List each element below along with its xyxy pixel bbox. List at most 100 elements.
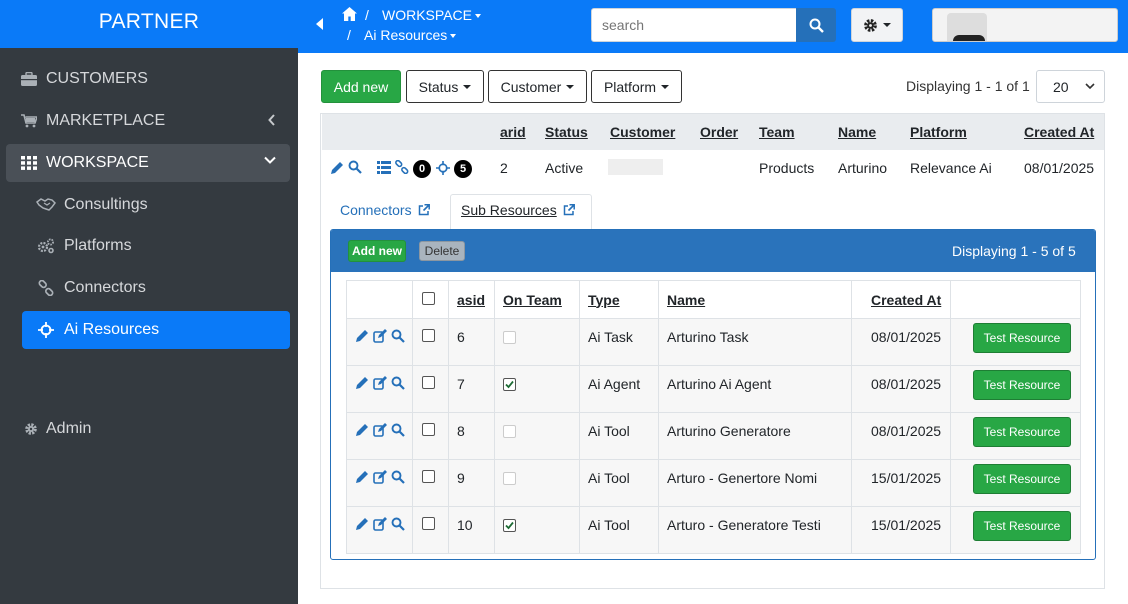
edit-icon[interactable]	[373, 517, 387, 531]
breadcrumb-workspace[interactable]: WORKSPACE	[382, 7, 481, 23]
test-resource-button[interactable]: Test Resource	[973, 370, 1071, 400]
edit-icon[interactable]	[373, 376, 387, 390]
row-checkbox[interactable]	[422, 517, 435, 530]
column-header-name[interactable]: Name	[658, 280, 852, 319]
on-team-checkbox-checked	[503, 378, 516, 391]
row-select	[412, 412, 449, 460]
page-size-select[interactable]: 20	[1036, 70, 1105, 103]
test-resource-button[interactable]: Test Resource	[973, 464, 1071, 494]
on-team-checkbox	[503, 472, 516, 485]
column-header-asid[interactable]: asid	[448, 280, 495, 319]
link-icon[interactable]	[395, 160, 409, 174]
search-icon[interactable]	[348, 160, 362, 174]
edit-icon[interactable]	[330, 161, 344, 175]
sidebar-item-customers[interactable]: CUSTOMERS	[6, 60, 290, 98]
caret-down-icon	[566, 84, 575, 89]
on-team-checkbox-checked	[503, 519, 516, 532]
tab-connectors[interactable]: Connectors	[340, 202, 430, 218]
caret-down-icon	[883, 23, 891, 27]
select-all-checkbox[interactable]	[422, 291, 435, 305]
test-resource-button[interactable]: Test Resource	[973, 417, 1071, 447]
delete-button[interactable]: Delete	[419, 241, 465, 261]
cell-arid: 2	[500, 160, 508, 176]
cogs-icon	[36, 237, 56, 255]
column-header-name[interactable]: Name	[838, 124, 876, 140]
link-icon	[36, 279, 56, 297]
cell-on-team	[494, 459, 580, 507]
home-icon[interactable]	[342, 7, 357, 21]
filter-label: Customer	[500, 78, 562, 95]
add-new-button[interactable]: Add new	[321, 70, 401, 103]
sidebar-item-ai-resources[interactable]: Ai Resources	[22, 311, 290, 349]
search-icon[interactable]	[391, 329, 405, 343]
column-header-customer[interactable]: Customer	[610, 124, 675, 140]
pencil-icon[interactable]	[355, 329, 369, 343]
column-header-arid[interactable]: arid	[500, 124, 526, 140]
search-icon[interactable]	[391, 376, 405, 390]
row-checkbox[interactable]	[422, 376, 435, 389]
gear-icon	[863, 18, 878, 33]
sidebar-item-workspace[interactable]: WORKSPACE	[6, 144, 290, 182]
customer-filter-dropdown[interactable]: Customer	[488, 70, 587, 103]
search-icon[interactable]	[391, 470, 405, 484]
search-input[interactable]	[591, 8, 797, 42]
cell-type: Ai Tool	[579, 459, 659, 507]
search-button[interactable]	[796, 8, 836, 42]
user-menu[interactable]	[932, 8, 1118, 42]
platform-filter-dropdown[interactable]: Platform	[591, 70, 682, 103]
sidebar-item-consultings[interactable]: Consultings	[22, 186, 290, 224]
cell-name: Arturo - Generatore Testi	[658, 506, 852, 554]
cell-type: Ai Task	[579, 318, 659, 366]
sub-add-new-button[interactable]: Add new	[348, 240, 406, 262]
column-header-type[interactable]: Type	[579, 280, 659, 319]
search-icon[interactable]	[391, 517, 405, 531]
crosshair-icon[interactable]	[436, 161, 450, 175]
sidebar-item-admin[interactable]: Admin	[6, 410, 290, 448]
table-row: 7 Ai Agent Arturino Ai Agent 08/01/2025 Test…	[346, 365, 1081, 413]
test-resource-button[interactable]: Test Resource	[973, 323, 1071, 353]
row-actions	[346, 506, 413, 554]
external-link-icon	[418, 204, 430, 216]
list-icon[interactable]	[377, 161, 391, 174]
brand-logo[interactable]: PARTNER	[0, 0, 298, 48]
row-checkbox[interactable]	[422, 329, 435, 342]
sidebar-item-label: CUSTOMERS	[46, 70, 148, 87]
settings-dropdown-button[interactable]	[851, 8, 903, 42]
edit-icon[interactable]	[373, 470, 387, 484]
cell-asid: 6	[448, 318, 495, 366]
column-header-created-at[interactable]: Created At	[1024, 124, 1094, 140]
search-icon[interactable]	[391, 423, 405, 437]
tab-sub-resources[interactable]: Sub Resources	[461, 202, 575, 218]
column-header-team[interactable]: Team	[759, 124, 795, 140]
row-checkbox[interactable]	[422, 470, 435, 483]
pencil-icon[interactable]	[355, 517, 369, 531]
breadcrumb-ai-resources[interactable]: Ai Resources	[364, 27, 457, 43]
sidebar-item-platforms[interactable]: Platforms	[22, 227, 290, 265]
pencil-icon[interactable]	[355, 376, 369, 390]
cell-created-at: 15/01/2025	[851, 506, 951, 554]
pencil-icon[interactable]	[355, 470, 369, 484]
edit-icon[interactable]	[373, 329, 387, 343]
row-checkbox[interactable]	[422, 423, 435, 436]
cell-on-team	[494, 365, 580, 413]
column-header-order[interactable]: Order	[700, 124, 738, 140]
displaying-count: Displaying 1 - 1 of 1	[906, 78, 1030, 94]
row-select	[412, 365, 449, 413]
tab-label: Connectors	[340, 202, 412, 218]
gear-icon	[22, 420, 40, 438]
crosshair-icon	[36, 321, 56, 339]
sidebar-item-connectors[interactable]: Connectors	[22, 269, 290, 307]
briefcase-icon	[20, 70, 38, 88]
column-header-created-at[interactable]: Created At	[851, 280, 951, 319]
test-resource-button[interactable]: Test Resource	[973, 511, 1071, 541]
sidebar-item-marketplace[interactable]: MARKETPLACE	[6, 102, 290, 140]
column-header-on-team[interactable]: On Team	[494, 280, 580, 319]
sidebar-toggle-icon[interactable]	[316, 18, 324, 30]
column-header-platform[interactable]: Platform	[910, 124, 967, 140]
column-header-status[interactable]: Status	[545, 124, 588, 140]
status-filter-dropdown[interactable]: Status	[406, 70, 484, 103]
table-row: 10 Ai Tool Arturo - Generatore Testi 15/01/…	[346, 506, 1081, 554]
edit-icon[interactable]	[373, 423, 387, 437]
cell-customer-redacted	[608, 159, 663, 175]
pencil-icon[interactable]	[355, 423, 369, 437]
